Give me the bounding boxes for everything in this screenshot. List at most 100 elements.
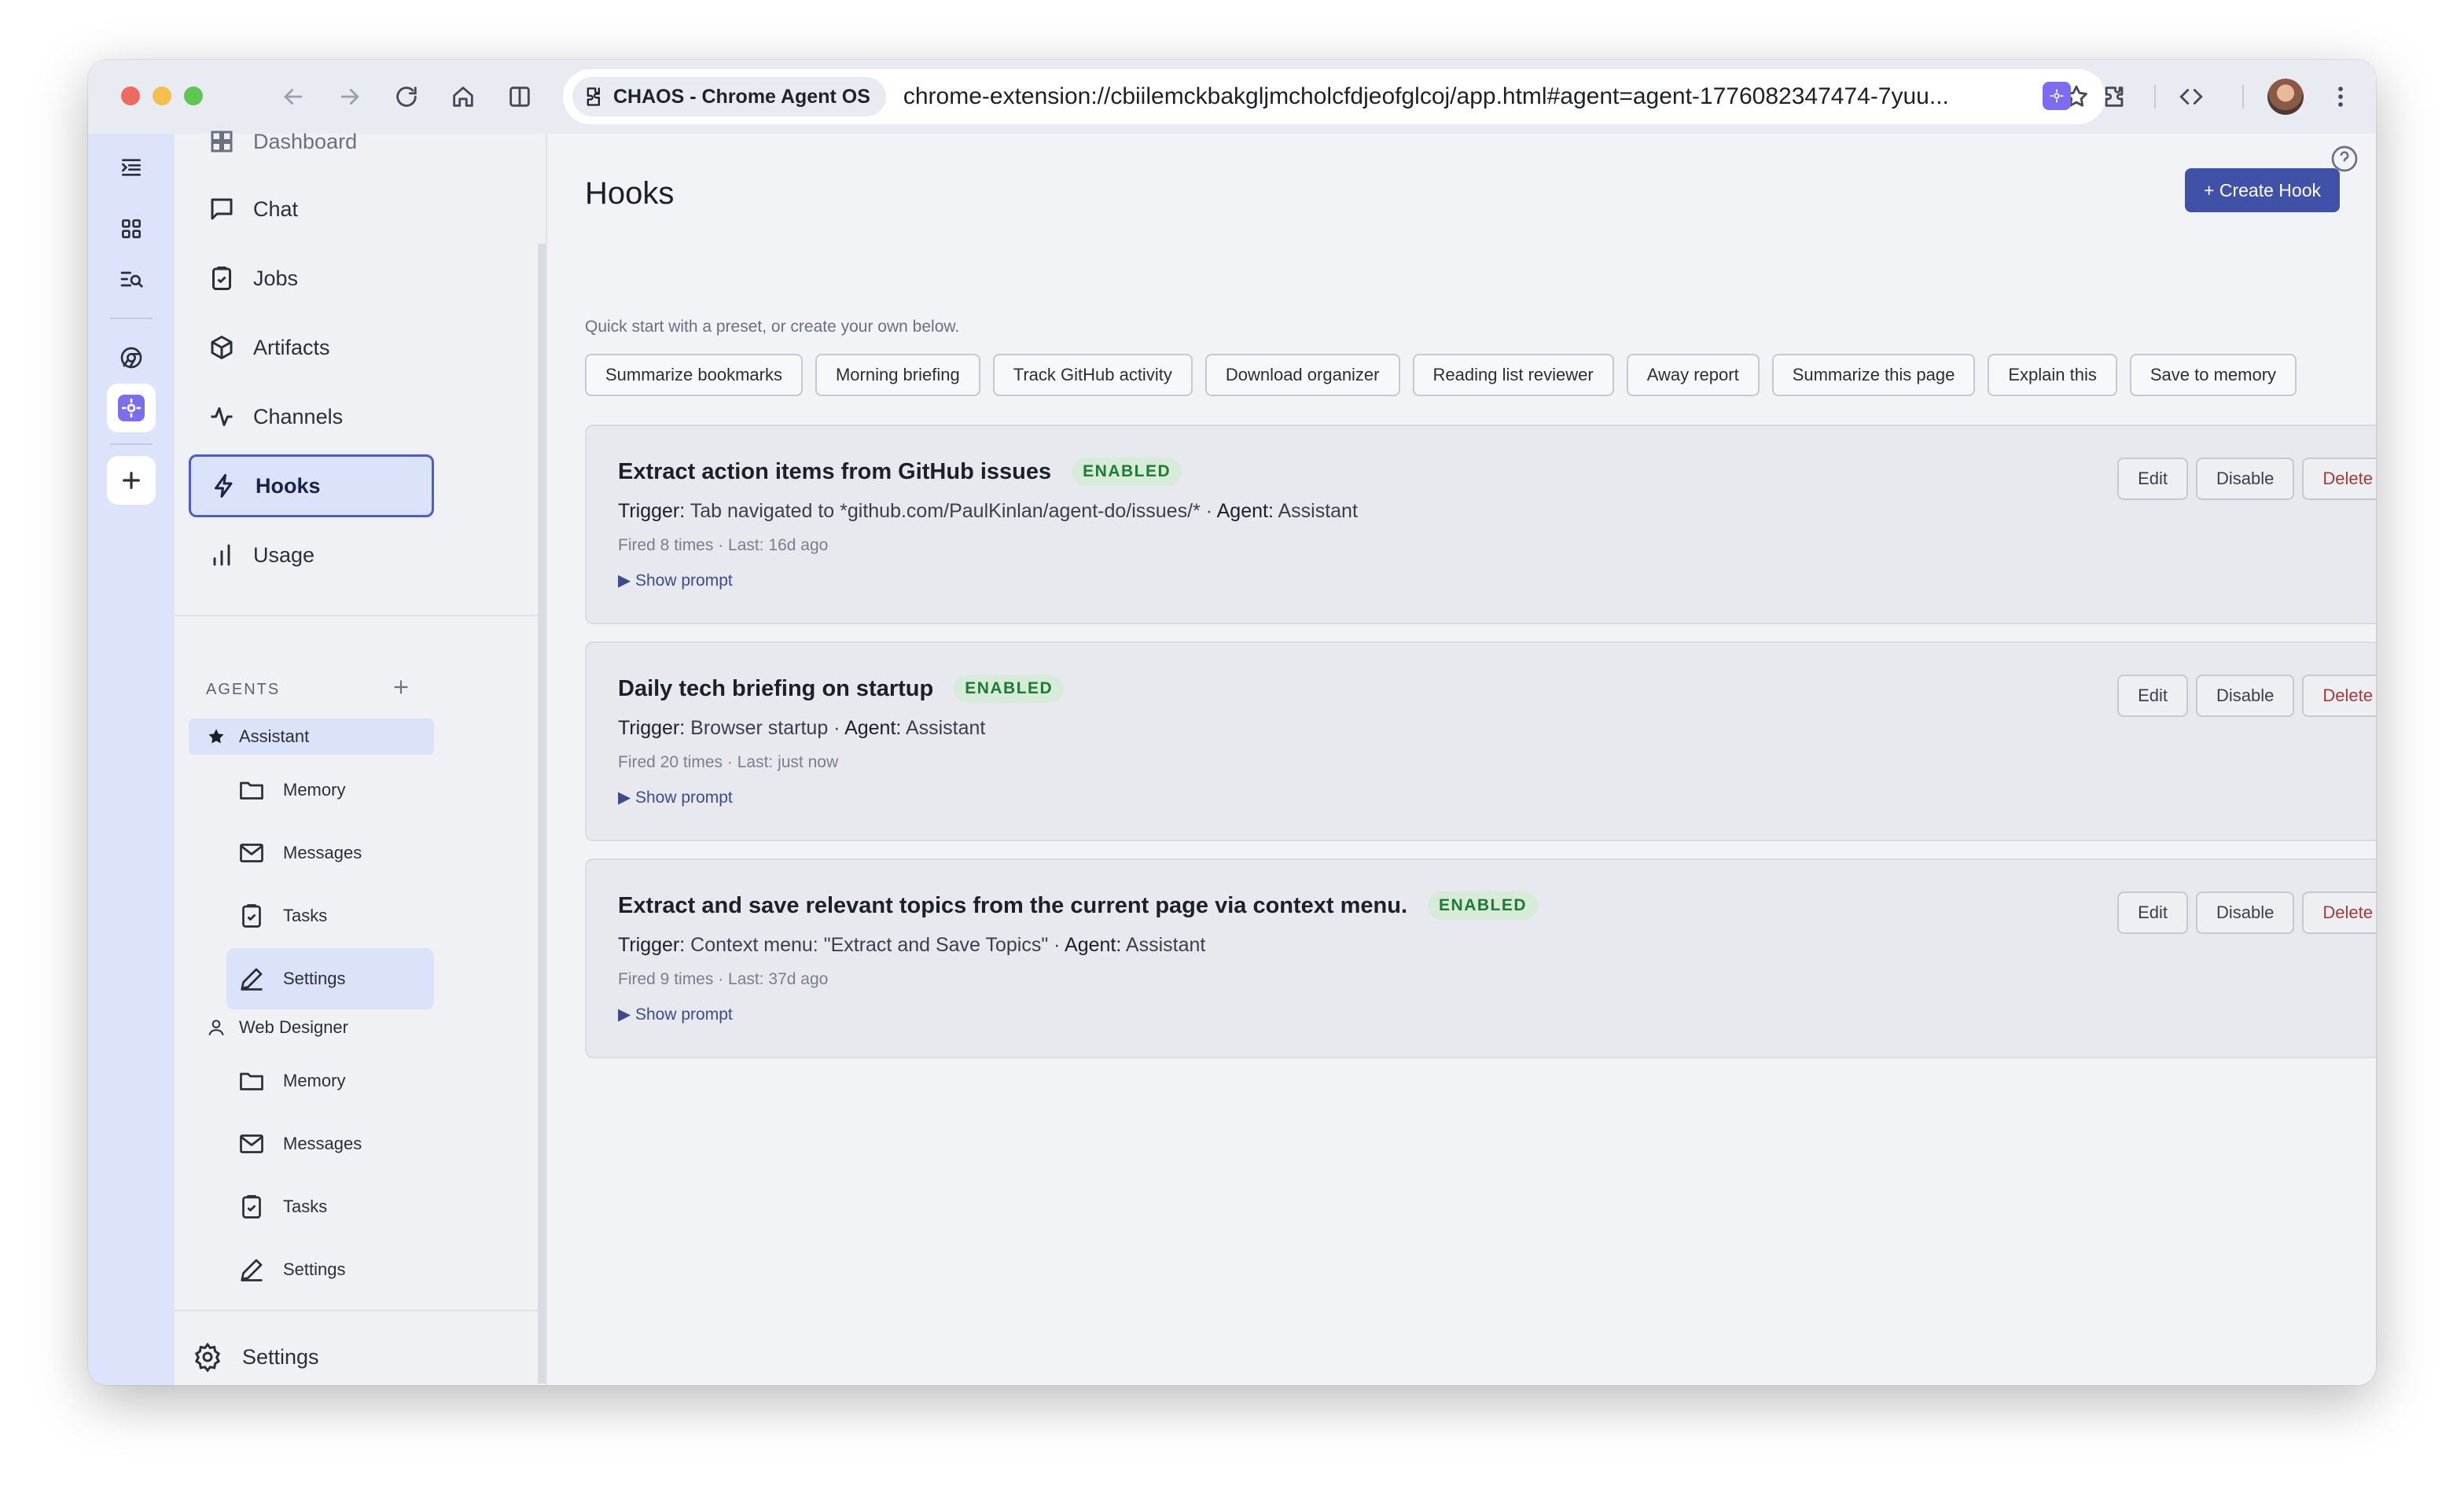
minimize-window-button[interactable] [153, 86, 171, 105]
preset-explain-this[interactable]: Explain this [1988, 354, 2117, 396]
profile-avatar[interactable] [2267, 79, 2304, 115]
edit-button[interactable]: Edit [2117, 458, 2189, 500]
sidebar: Dashboard Chat Jobs Artifacts Channels H… [175, 130, 547, 1385]
site-chip[interactable]: CHAOS - Chrome Agent OS [572, 77, 886, 116]
delete-button[interactable]: Delete [2302, 458, 2376, 500]
sidebar-settings-button[interactable]: Settings [192, 1333, 319, 1381]
chat-bubble-icon [211, 198, 233, 220]
preset-download-organizer[interactable]: Download organizer [1204, 354, 1400, 396]
sidebar-item-artifacts[interactable]: Artifacts [189, 316, 434, 379]
preset-reading-list-reviewer[interactable]: Reading list reviewer [1412, 354, 1614, 396]
agent-label: Agent: [844, 717, 902, 739]
hook-actions: Edit Disable Delete [2117, 458, 2376, 500]
gear-icon [194, 1342, 221, 1373]
hook-stats: Fired 20 times · Last: just now [618, 753, 839, 771]
assistant-messages[interactable]: Messages [226, 822, 434, 884]
agent-sub-label: Messages [283, 843, 362, 862]
hook-title: Extract action items from GitHub issues [618, 458, 1052, 484]
agents-section-header: AGENTS [206, 681, 281, 698]
search-list-icon[interactable] [107, 255, 156, 303]
web-designer-messages[interactable]: Messages [226, 1113, 434, 1175]
agent-web-designer[interactable]: Web Designer [189, 1009, 434, 1046]
clipboard-check-icon [242, 1195, 261, 1219]
create-hook-button[interactable]: + Create Hook [2185, 168, 2340, 212]
edit-button[interactable]: Edit [2117, 675, 2189, 717]
clipboard-check-icon [242, 904, 261, 928]
show-prompt-toggle[interactable]: ▶ Show prompt [618, 788, 733, 807]
delete-button[interactable]: Delete [2302, 892, 2376, 934]
status-badge: ENABLED [1072, 458, 1182, 486]
sidebar-item-label: Usage [253, 542, 315, 567]
web-designer-memory[interactable]: Memory [226, 1050, 434, 1112]
agent-assistant[interactable]: Assistant [189, 719, 434, 755]
icon-rail [88, 134, 175, 1385]
assistant-memory[interactable]: Memory [226, 759, 434, 821]
plus-icon [394, 680, 408, 694]
address-bar[interactable]: CHAOS - Chrome Agent OS chrome-extension… [563, 69, 2105, 124]
sidebar-item-jobs[interactable]: Jobs [189, 247, 434, 310]
disable-button[interactable]: Disable [2196, 675, 2295, 717]
sidebar-item-chat[interactable]: Chat [189, 178, 434, 241]
agent-sub-label: Messages [283, 1134, 362, 1153]
chaos-extension-icon[interactable] [2043, 82, 2071, 110]
preset-save-to-memory[interactable]: Save to memory [2129, 354, 2297, 396]
envelope-icon [240, 844, 263, 862]
show-prompt-toggle[interactable]: ▶ Show prompt [618, 571, 733, 590]
trigger-label: Trigger: [618, 500, 686, 522]
agent-value: Assistant [1125, 934, 1206, 956]
rail-divider [110, 318, 153, 319]
add-agent-button[interactable] [385, 671, 417, 703]
hook-title: Extract and save relevant topics from th… [618, 892, 1408, 918]
sidebar-item-label: Chat [253, 197, 299, 221]
envelope-icon [240, 1134, 263, 1153]
show-prompt-toggle[interactable]: ▶ Show prompt [618, 1005, 733, 1024]
delete-button[interactable]: Delete [2302, 675, 2376, 717]
sidebar-item-hooks[interactable]: Hooks [189, 454, 434, 517]
agent-label: Agent: [1065, 934, 1122, 956]
chrome-icon[interactable] [107, 333, 156, 382]
agent-sub-label: Settings [283, 1259, 346, 1279]
agent-sub-label: Memory [283, 1071, 346, 1090]
preset-track-github-activity[interactable]: Track GitHub activity [992, 354, 1193, 396]
edit-button[interactable]: Edit [2117, 892, 2189, 934]
disable-button[interactable]: Disable [2196, 458, 2295, 500]
folder-icon [240, 1072, 263, 1090]
page-title: Hooks [585, 176, 675, 211]
disable-button[interactable]: Disable [2196, 892, 2295, 934]
url-text[interactable]: chrome-extension://cbiilemckbakgljmcholc… [903, 83, 1973, 110]
preset-away-report[interactable]: Away report [1626, 354, 1760, 396]
web-designer-settings[interactable]: Settings [226, 1239, 434, 1300]
hook-card: Daily tech briefing on startup ENABLED T… [585, 642, 2376, 841]
maximize-window-button[interactable] [184, 86, 203, 105]
hook-card: Extract action items from GitHub issues … [585, 425, 2376, 624]
sidebar-item-channels[interactable]: Channels [189, 385, 434, 448]
sidebar-scrollbar[interactable] [538, 244, 546, 1384]
agent-sub-label: Memory [283, 780, 346, 800]
sidebar-item-label: Channels [253, 404, 344, 428]
chaos-app-icon[interactable] [107, 384, 156, 432]
sidebar-item-label: Artifacts [253, 335, 330, 359]
assistant-settings[interactable]: Settings [226, 948, 434, 1009]
agent-sub-label: Settings [283, 969, 346, 988]
preset-summarize-this-page[interactable]: Summarize this page [1771, 354, 1976, 396]
add-app-icon[interactable] [107, 456, 156, 505]
preset-morning-briefing[interactable]: Morning briefing [815, 354, 980, 396]
preset-summarize-bookmarks[interactable]: Summarize bookmarks [585, 354, 803, 396]
split-view-icon[interactable] [502, 79, 538, 115]
home-icon[interactable] [445, 79, 481, 115]
assistant-tasks[interactable]: Tasks [226, 885, 434, 947]
extensions-icon[interactable] [2096, 79, 2132, 115]
agent-name: Web Designer [239, 1017, 348, 1037]
bar-chart-icon [213, 544, 230, 566]
toggle-sidebar-icon[interactable] [107, 143, 156, 192]
hook-actions: Edit Disable Delete [2117, 675, 2376, 717]
trigger-value: Tab navigated to *github.com/PaulKinlan/… [690, 500, 1201, 522]
devtools-code-icon[interactable] [2173, 79, 2209, 115]
more-menu-icon[interactable] [2322, 79, 2359, 115]
web-designer-tasks[interactable]: Tasks [226, 1176, 434, 1237]
close-window-button[interactable] [121, 86, 140, 105]
hook-actions: Edit Disable Delete [2117, 892, 2376, 934]
apps-grid-icon[interactable] [107, 204, 156, 253]
sidebar-item-dashboard[interactable]: Dashboard [189, 110, 434, 173]
sidebar-item-usage[interactable]: Usage [189, 524, 434, 586]
